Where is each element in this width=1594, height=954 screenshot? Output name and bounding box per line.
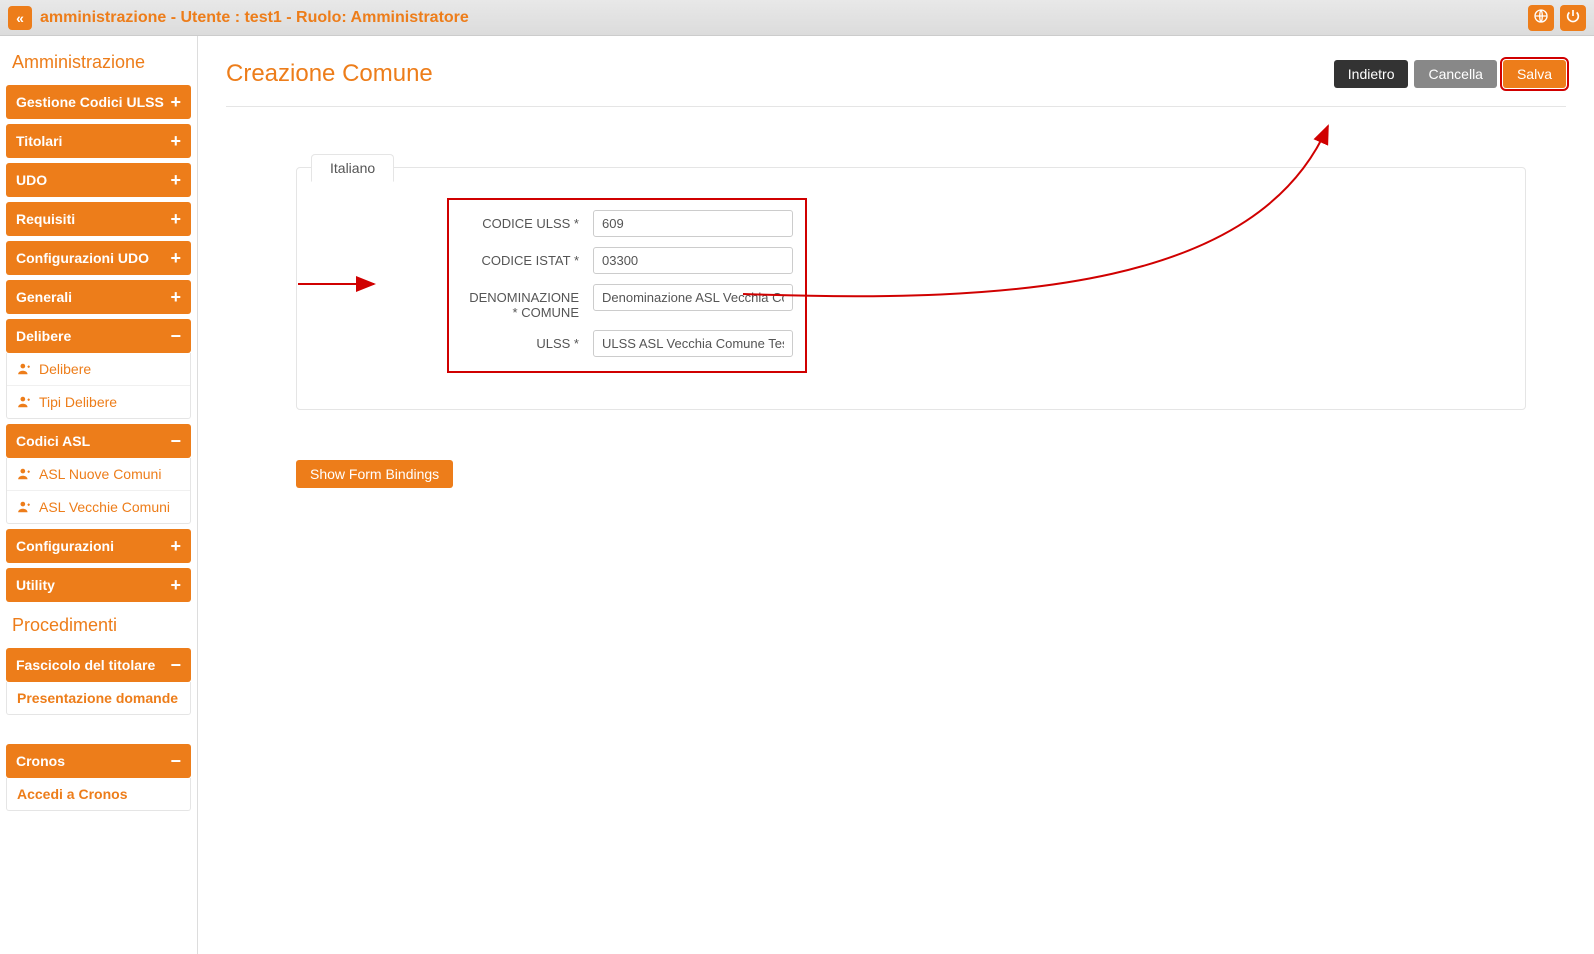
minus-icon: − [170, 327, 181, 345]
label-denominazione: DENOMINAZIONE * COMUNE [461, 284, 579, 320]
sidebar: Amministrazione Gestione Codici ULSS + T… [0, 36, 198, 954]
nav-delibere-submenu: Delibere Tipi Delibere [6, 353, 191, 419]
plus-icon: + [170, 171, 181, 189]
plus-icon: + [170, 576, 181, 594]
person-icon [17, 362, 31, 376]
nav-sub-tipi-delibere[interactable]: Tipi Delibere [7, 386, 190, 418]
globe-button[interactable] [1528, 5, 1554, 31]
nav-udo[interactable]: UDO + [6, 163, 191, 197]
nav-configurazioni-udo[interactable]: Configurazioni UDO + [6, 241, 191, 275]
nav-gestione-codici-ulss[interactable]: Gestione Codici ULSS + [6, 85, 191, 119]
input-denominazione[interactable] [593, 284, 793, 311]
app-title: amministrazione - Utente : test1 - Ruolo… [40, 9, 469, 27]
main-content: Creazione Comune Indietro Cancella Salva… [198, 36, 1594, 954]
tab-italiano[interactable]: Italiano [311, 154, 394, 182]
nav-sub-presentazione-domande[interactable]: Presentazione domande [7, 682, 190, 714]
nav-titolari[interactable]: Titolari + [6, 124, 191, 158]
minus-icon: − [170, 432, 181, 450]
save-button[interactable]: Salva [1503, 60, 1566, 88]
nav-sub-asl-vecchie[interactable]: ASL Vecchie Comuni [7, 491, 190, 523]
nav-requisiti[interactable]: Requisiti + [6, 202, 191, 236]
nav-fascicolo-titolare[interactable]: Fascicolo del titolare − [6, 648, 191, 682]
nav-sub-asl-nuove[interactable]: ASL Nuove Comuni [7, 458, 190, 491]
plus-icon: + [170, 132, 181, 150]
sidebar-heading-procedimenti: Procedimenti [6, 607, 191, 648]
nav-codici-asl-submenu: ASL Nuove Comuni ASL Vecchie Comuni [6, 458, 191, 524]
nav-generali[interactable]: Generali + [6, 280, 191, 314]
nav-delibere[interactable]: Delibere − [6, 319, 191, 353]
power-button[interactable] [1560, 5, 1586, 31]
plus-icon: + [170, 288, 181, 306]
form-card: Italiano CODICE ULSS * CODICE ISTAT * DE… [296, 167, 1526, 410]
nav-cronos[interactable]: Cronos − [6, 744, 191, 778]
chevron-left-icon: « [16, 10, 24, 26]
topbar: « amministrazione - Utente : test1 - Ruo… [0, 0, 1594, 36]
nav-cronos-submenu: Accedi a Cronos [6, 778, 191, 811]
plus-icon: + [170, 537, 181, 555]
nav-sub-accedi-cronos[interactable]: Accedi a Cronos [7, 778, 190, 810]
person-icon [17, 500, 31, 514]
label-codice-ulss: CODICE ULSS * [461, 210, 579, 231]
label-codice-istat: CODICE ISTAT * [461, 247, 579, 268]
globe-icon [1533, 8, 1549, 27]
minus-icon: − [170, 752, 181, 770]
nav-utility[interactable]: Utility + [6, 568, 191, 602]
input-ulss[interactable] [593, 330, 793, 357]
label-ulss: ULSS * [461, 330, 579, 351]
person-icon [17, 395, 31, 409]
input-codice-istat[interactable] [593, 247, 793, 274]
page-title: Creazione Comune [226, 60, 433, 88]
minus-icon: − [170, 656, 181, 674]
sidebar-collapse-button[interactable]: « [8, 6, 32, 30]
plus-icon: + [170, 93, 181, 111]
person-icon [17, 467, 31, 481]
sidebar-heading-amministrazione: Amministrazione [6, 44, 191, 85]
plus-icon: + [170, 210, 181, 228]
nav-codici-asl[interactable]: Codici ASL − [6, 424, 191, 458]
nav-sub-delibere[interactable]: Delibere [7, 353, 190, 386]
cancel-button[interactable]: Cancella [1414, 60, 1496, 88]
back-button[interactable]: Indietro [1334, 60, 1409, 88]
form-highlighted-region: CODICE ULSS * CODICE ISTAT * DENOMINAZIO… [447, 198, 807, 373]
plus-icon: + [170, 249, 181, 267]
input-codice-ulss[interactable] [593, 210, 793, 237]
nav-configurazioni[interactable]: Configurazioni + [6, 529, 191, 563]
power-icon [1565, 8, 1581, 27]
show-form-bindings-button[interactable]: Show Form Bindings [296, 460, 453, 488]
nav-fascicolo-submenu: Presentazione domande [6, 682, 191, 715]
